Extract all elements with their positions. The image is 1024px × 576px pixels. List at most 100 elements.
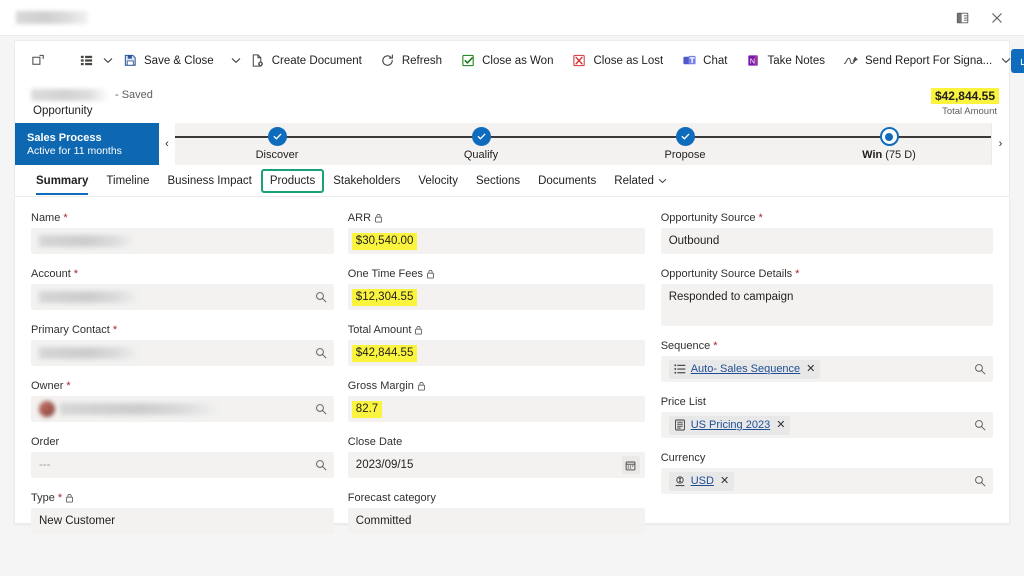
tab-related[interactable]: Related <box>605 166 676 196</box>
one-time-fees-input[interactable]: $12,304.55 <box>347 284 645 310</box>
tab-timeline[interactable]: Timeline <box>97 166 158 196</box>
field-arr: ARR $30,540.00 <box>347 211 645 254</box>
new-record-button[interactable] <box>22 46 60 76</box>
refresh-button[interactable]: Refresh <box>372 46 450 76</box>
lock-icon <box>426 269 436 280</box>
sequence-chip[interactable]: Auto- Sales Sequence ✕ <box>668 359 821 379</box>
process-next-button[interactable]: › <box>991 123 1009 165</box>
close-as-lost-button[interactable]: Close as Lost <box>563 46 671 76</box>
window-title-redacted <box>16 11 88 24</box>
opportunity-source-select[interactable]: Outbound <box>660 228 993 254</box>
arr-value: $30,540.00 <box>351 232 418 250</box>
name-input[interactable] <box>31 228 334 254</box>
process-stage-qualify[interactable]: Qualify <box>379 123 583 165</box>
record-identity: - Saved Opportunity <box>31 82 153 122</box>
opportunity-source-details-textarea[interactable]: Responded to campaign <box>660 284 993 326</box>
arr-input[interactable]: $30,540.00 <box>347 228 645 254</box>
form-column-general: Name * Account * Primary Contact * Owner… <box>31 211 348 534</box>
account-lookup-input[interactable] <box>31 284 334 310</box>
order-value: --- <box>39 459 51 471</box>
record-name-line: - Saved <box>31 87 153 104</box>
send-report-chevron[interactable] <box>1001 46 1011 76</box>
type-select[interactable]: New Customer <box>31 508 334 534</box>
chip-remove-icon[interactable]: ✕ <box>720 475 729 487</box>
check-square-icon <box>460 53 476 69</box>
close-icon[interactable] <box>986 7 1008 29</box>
total-amount-value: $42,844.55 <box>351 344 418 362</box>
search-icon[interactable] <box>974 363 986 375</box>
chip[interactable]: USD ✕ <box>668 471 735 491</box>
tab-stakeholders[interactable]: Stakeholders <box>324 166 409 196</box>
chip-remove-icon[interactable]: ✕ <box>806 363 815 375</box>
save-chevron[interactable] <box>231 46 241 76</box>
total-amount-input[interactable]: $42,844.55 <box>347 340 645 366</box>
refresh-label: Refresh <box>401 54 443 67</box>
redacted-value <box>39 291 139 303</box>
process-stage-discover[interactable]: Discover <box>175 123 379 165</box>
search-icon[interactable] <box>315 459 327 471</box>
opportunity-source-details-value: Responded to campaign <box>668 291 794 303</box>
price-list-chip[interactable]: US Pricing 2023 ✕ <box>668 415 791 435</box>
process-stage-badge[interactable]: Sales Process Active for 11 months <box>15 123 159 165</box>
close-date-input[interactable]: 2023/09/15 <box>347 452 645 478</box>
close-as-won-label: Close as Won <box>482 54 554 67</box>
order-lookup-input[interactable]: --- <box>31 452 334 478</box>
chat-label: Chat <box>703 54 728 67</box>
chip[interactable]: Auto- Sales Sequence ✕ <box>668 359 821 379</box>
tab-velocity[interactable]: Velocity <box>409 166 467 196</box>
process-title: Sales Process <box>27 131 102 144</box>
close-as-won-button[interactable]: Close as Won <box>452 46 561 76</box>
owner-lookup-input[interactable] <box>31 396 334 422</box>
calendar-icon[interactable] <box>621 456 640 474</box>
price-list-lookup-input[interactable]: US Pricing 2023 ✕ <box>660 412 993 438</box>
send-report-button[interactable]: Send Report For Signa... <box>835 46 1000 76</box>
tab-sections[interactable]: Sections <box>467 166 529 196</box>
currency-chip[interactable]: USD ✕ <box>668 471 735 491</box>
tab-documents[interactable]: Documents <box>529 166 605 196</box>
search-icon[interactable] <box>315 347 327 359</box>
field-label: Close Date <box>348 435 645 449</box>
chip[interactable]: US Pricing 2023 ✕ <box>668 415 791 435</box>
search-icon[interactable] <box>974 419 986 431</box>
forecast-category-select[interactable]: Committed <box>347 508 645 534</box>
tab-products[interactable]: Products <box>260 168 325 193</box>
field-label: Sequence * <box>661 339 993 353</box>
popout-icon[interactable] <box>952 7 974 29</box>
tab-label: Business Impact <box>167 174 252 187</box>
field-sequence: Sequence * Auto- Sales Sequence ✕ <box>660 339 993 382</box>
view-list-chevron[interactable] <box>103 46 113 76</box>
chat-button[interactable]: Chat <box>673 46 735 76</box>
save-and-close-button[interactable]: Save & Close <box>114 46 222 76</box>
tab-summary[interactable]: Summary <box>27 166 97 196</box>
field-label: Owner * <box>31 379 334 393</box>
field-label: Forecast category <box>348 491 645 505</box>
chip-remove-icon[interactable]: ✕ <box>776 419 785 431</box>
search-icon[interactable] <box>315 403 327 415</box>
process-stage-propose[interactable]: Propose <box>583 123 787 165</box>
form-column-source: Opportunity Source * Outbound Opportunit… <box>660 211 993 523</box>
currency-lookup-input[interactable]: USD ✕ <box>660 468 993 494</box>
sequence-lookup-input[interactable]: Auto- Sales Sequence ✕ <box>660 356 993 382</box>
required-marker: * <box>713 340 718 352</box>
process-prev-button[interactable]: ‹ <box>159 123 175 165</box>
field-label: One Time Fees <box>348 267 645 281</box>
search-icon[interactable] <box>974 475 986 487</box>
search-icon[interactable] <box>315 291 327 303</box>
price-list-document-icon <box>674 419 686 431</box>
label-text: Close Date <box>347 436 403 448</box>
process-stage-win[interactable]: Win (75 D) <box>787 123 991 165</box>
share-button[interactable]: Share <box>1011 48 1024 73</box>
stage-label: Win (75 D) <box>862 149 916 161</box>
label-text: Account <box>31 268 71 280</box>
header-total-amount: $42,844.55 Total Amount <box>930 87 999 117</box>
field-label: Opportunity Source * <box>661 211 993 225</box>
gross-margin-input[interactable]: 82.7 <box>347 396 645 422</box>
create-document-button[interactable]: Create Document <box>242 46 370 76</box>
tab-business-impact[interactable]: Business Impact <box>158 166 260 196</box>
field-label: Total Amount <box>348 323 645 337</box>
primary-contact-lookup-input[interactable] <box>31 340 334 366</box>
signature-icon <box>843 53 859 69</box>
field-label: Account * <box>31 267 334 281</box>
take-notes-button[interactable]: N Take Notes <box>737 46 833 76</box>
view-list-button[interactable] <box>70 46 102 76</box>
